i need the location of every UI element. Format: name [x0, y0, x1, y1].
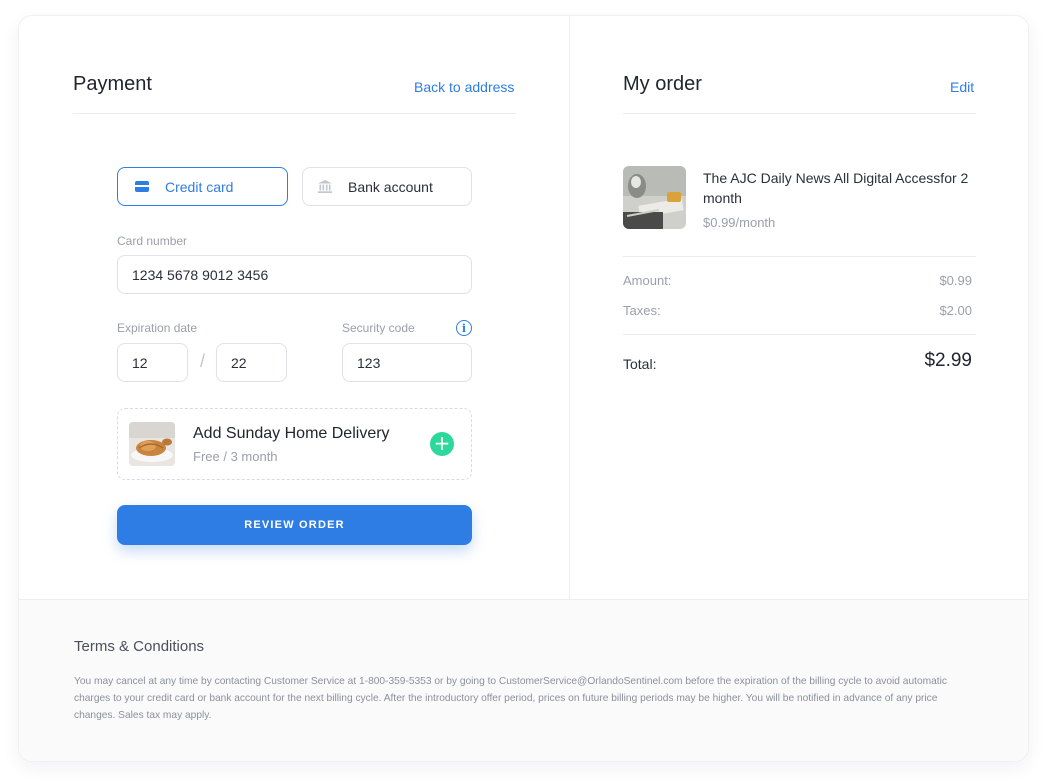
delivery-title: Add Sunday Home Delivery [193, 425, 390, 442]
payment-title: Payment [73, 73, 152, 95]
product-thumbnail [623, 166, 686, 229]
review-order-button[interactable]: REVIEW ORDER [117, 505, 472, 545]
expiration-year-field[interactable]: 22 [216, 343, 287, 382]
security-code-field[interactable]: 123 [342, 343, 472, 382]
terms-title: Terms & Conditions [74, 638, 205, 655]
tab-bank-account-label: Bank account [348, 178, 433, 195]
order-items-divider [623, 256, 976, 257]
tab-credit-card-label: Credit card [165, 178, 234, 195]
column-divider [569, 16, 570, 599]
order-title: My order [623, 73, 702, 95]
amount-value: $0.99 [939, 273, 972, 288]
total-label: Total: [623, 356, 657, 372]
terms-body: You may cancel at any time by contacting… [74, 676, 947, 721]
amount-label: Amount: [623, 273, 672, 288]
order-total-divider [623, 334, 976, 335]
order-header-divider [623, 113, 976, 114]
product-price: $0.99/month [703, 215, 776, 230]
card-number-label: Card number [117, 234, 188, 248]
bank-icon [317, 180, 333, 194]
payment-header-divider [73, 113, 516, 114]
expiration-month-field[interactable]: 12 [117, 343, 188, 382]
card-number-field[interactable]: 1234 5678 9012 3456 [117, 255, 472, 294]
taxes-label: Taxes: [623, 303, 661, 318]
info-icon[interactable]: i [456, 320, 472, 336]
tab-credit-card[interactable]: Credit card [117, 167, 288, 206]
credit-card-icon [134, 180, 150, 194]
sunday-delivery-addon: Add Sunday Home Delivery Free / 3 month … [117, 408, 472, 480]
delivery-subtitle: Free / 3 month [193, 449, 278, 464]
expiration-separator: / [200, 351, 206, 371]
back-to-address-link[interactable]: Back to address [414, 79, 514, 95]
terms-footer: Terms & Conditions You may cancel at any… [19, 599, 1028, 761]
security-code-label: Security code [342, 321, 415, 335]
tab-bank-account[interactable]: Bank account [302, 167, 472, 206]
croissant-thumbnail [129, 422, 175, 466]
checkout-card: Payment Back to address Credit card Bank… [18, 15, 1029, 762]
add-delivery-button[interactable]: + [430, 432, 454, 456]
expiration-date-label: Expiration date [117, 321, 198, 335]
product-name: The AJC Daily News All Digital Accessfor… [703, 170, 969, 206]
total-value: $2.99 [924, 350, 972, 371]
edit-order-link[interactable]: Edit [950, 79, 974, 95]
taxes-value: $2.00 [939, 303, 972, 318]
